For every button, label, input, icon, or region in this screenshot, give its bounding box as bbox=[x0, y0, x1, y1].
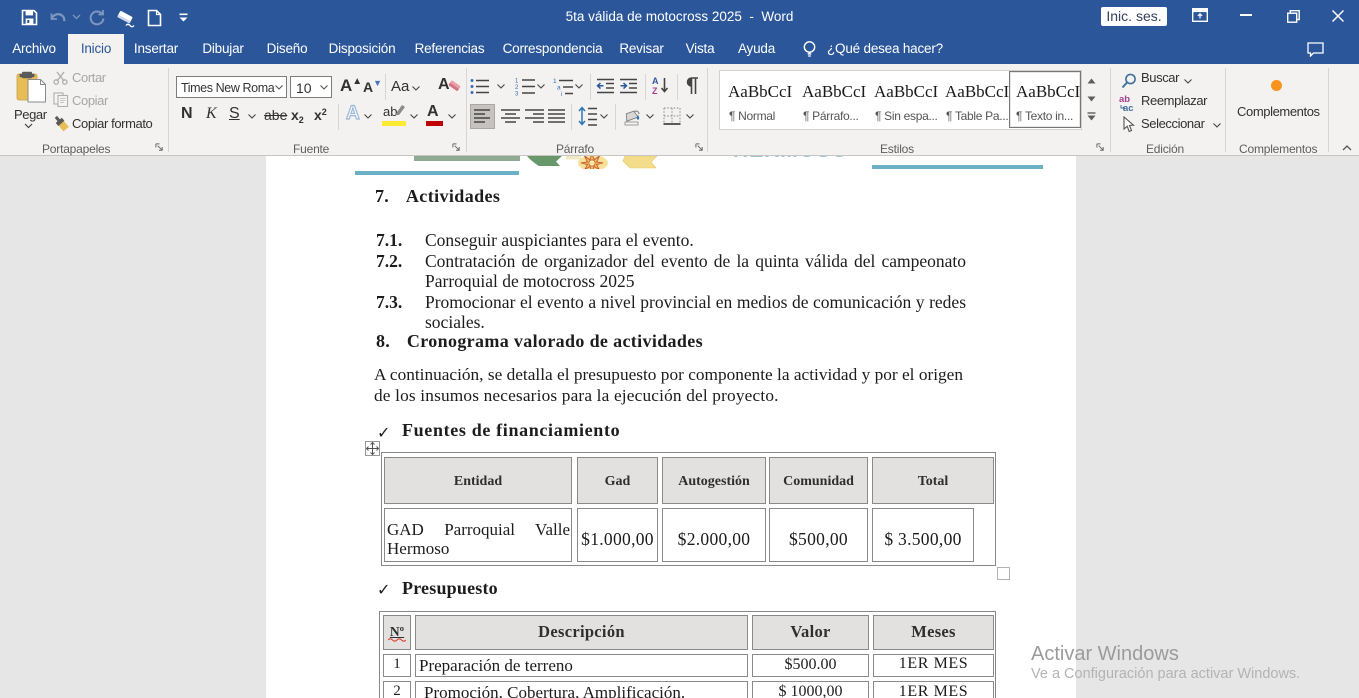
svg-text:3: 3 bbox=[515, 92, 519, 97]
svg-text:i: i bbox=[561, 91, 562, 96]
svg-text:1: 1 bbox=[515, 79, 519, 85]
svg-text:A: A bbox=[652, 76, 659, 86]
svg-text:Z: Z bbox=[652, 86, 658, 96]
svg-text:2: 2 bbox=[515, 85, 519, 91]
